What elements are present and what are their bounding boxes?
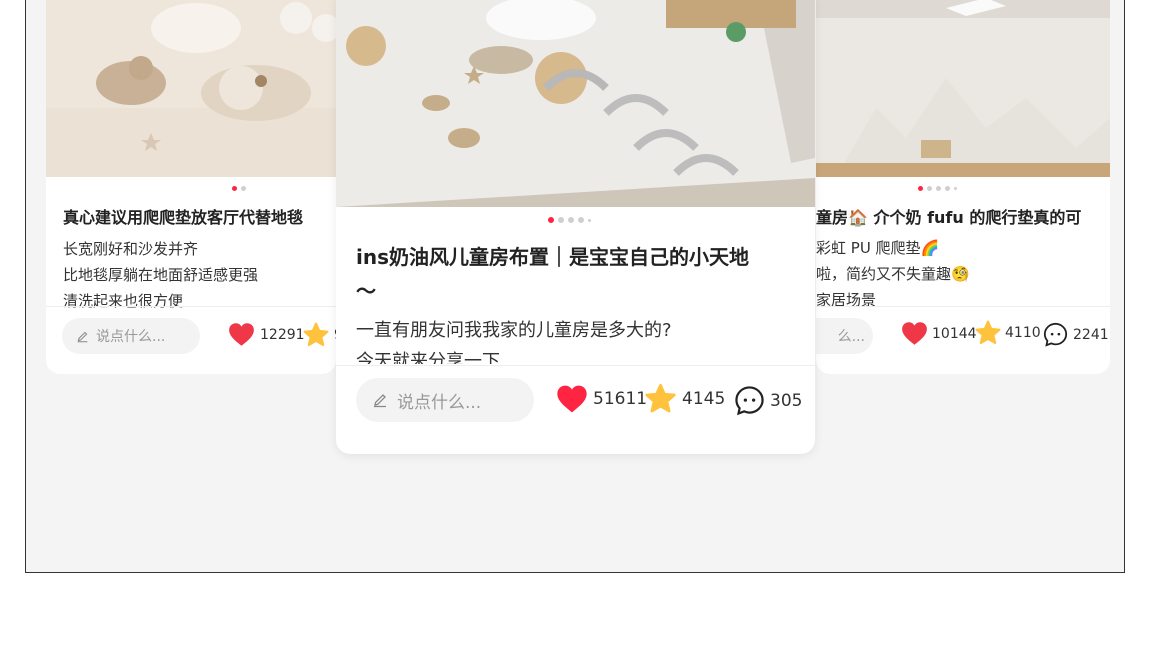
comment-icon (1043, 322, 1068, 347)
collect-button[interactable]: 4110 (974, 320, 1041, 346)
page-dot (954, 187, 957, 190)
comment-placeholder: 么... (837, 329, 865, 345)
like-button[interactable]: 51611 (556, 384, 647, 414)
page-dot (927, 186, 932, 191)
heart-icon (902, 322, 927, 345)
note-card-focused[interactable]: ins奶油风儿童房布置｜是宝宝自己的小天地 ～ 一直有朋友问我我家的儿童房是多大… (336, 0, 815, 454)
note-card-left[interactable]: 真心建议用爬爬垫放客厅代替地毯 长宽刚好和沙发并齐 比地毯厚躺在地面舒适感更强 … (46, 0, 336, 374)
note-line: 比地毯厚躺在地面舒适感更强 (63, 266, 259, 284)
heart-icon (557, 385, 587, 413)
pencil-icon (374, 394, 386, 408)
collect-count: 4145 (682, 389, 726, 409)
note-image[interactable] (46, 0, 336, 177)
like-button[interactable]: 12291 (228, 322, 305, 347)
divider (336, 365, 815, 366)
comment-input[interactable]: 么... (816, 318, 873, 354)
collect-button[interactable]: 9 (302, 322, 336, 348)
star-icon (303, 322, 329, 347)
page-dot (918, 186, 923, 191)
like-count: 51611 (593, 389, 648, 409)
like-count: 10144 (932, 325, 977, 342)
note-line: 一直有朋友问我我家的儿童房是多大的? (356, 320, 672, 341)
divider (46, 306, 336, 307)
image-pagination (548, 217, 591, 223)
collect-button[interactable]: 4145 (644, 383, 725, 415)
star-icon (645, 383, 676, 413)
note-line: 彩虹 PU 爬爬垫🌈 (816, 239, 940, 257)
comment-icon (735, 386, 764, 416)
comment-count: 2241 (1073, 326, 1109, 343)
page-dot (568, 217, 574, 223)
image-pagination (232, 186, 246, 191)
comment-button[interactable]: 2241 (1042, 321, 1109, 348)
note-image[interactable] (336, 0, 815, 207)
note-title[interactable]: 童房🏠 介个奶 fufu 的爬行垫真的可 (816, 204, 1110, 228)
feed-area: 真心建议用爬爬垫放客厅代替地毯 长宽刚好和沙发并齐 比地毯厚躺在地面舒适感更强 … (25, 0, 1125, 573)
page-dot (945, 186, 950, 191)
page-dot (548, 217, 554, 223)
comment-placeholder: 说点什么... (96, 329, 166, 345)
page-dot (578, 217, 584, 223)
comment-placeholder: 说点什么... (397, 392, 482, 413)
like-button[interactable]: 10144 (901, 321, 977, 346)
page-dot (241, 186, 246, 191)
comment-button[interactable]: 305 (733, 384, 802, 417)
page-dot (232, 186, 237, 191)
page-dot (936, 186, 941, 191)
note-line: 长宽刚好和沙发并齐 (63, 240, 199, 258)
collect-count: 4110 (1005, 325, 1041, 341)
note-image[interactable] (816, 0, 1110, 177)
note-title[interactable]: 真心建议用爬爬垫放客厅代替地毯 (63, 204, 336, 228)
page-dot (558, 217, 564, 223)
note-title[interactable]: ins奶油风儿童房布置｜是宝宝自己的小天地 (356, 241, 806, 270)
pencil-icon (77, 331, 88, 342)
comment-count: 305 (770, 390, 803, 411)
like-count: 12291 (260, 326, 305, 343)
divider (816, 306, 1110, 307)
note-line: 啦，简约又不失童趣🧐 (816, 265, 970, 283)
note-card-right[interactable]: 童房🏠 介个奶 fufu 的爬行垫真的可 彩虹 PU 爬爬垫🌈 啦，简约又不失童… (816, 0, 1110, 374)
page-dot (588, 218, 591, 222)
star-icon (975, 320, 1001, 345)
note-line: 清洗起来也很方便 (63, 292, 184, 310)
image-pagination (918, 186, 957, 191)
note-line: 今天就来分享一下 (356, 351, 500, 364)
note-title-continued[interactable]: ～ (356, 275, 376, 304)
comment-input[interactable]: 说点什么... (62, 318, 200, 354)
comment-input[interactable]: 说点什么... (356, 378, 534, 422)
heart-icon (229, 323, 254, 346)
